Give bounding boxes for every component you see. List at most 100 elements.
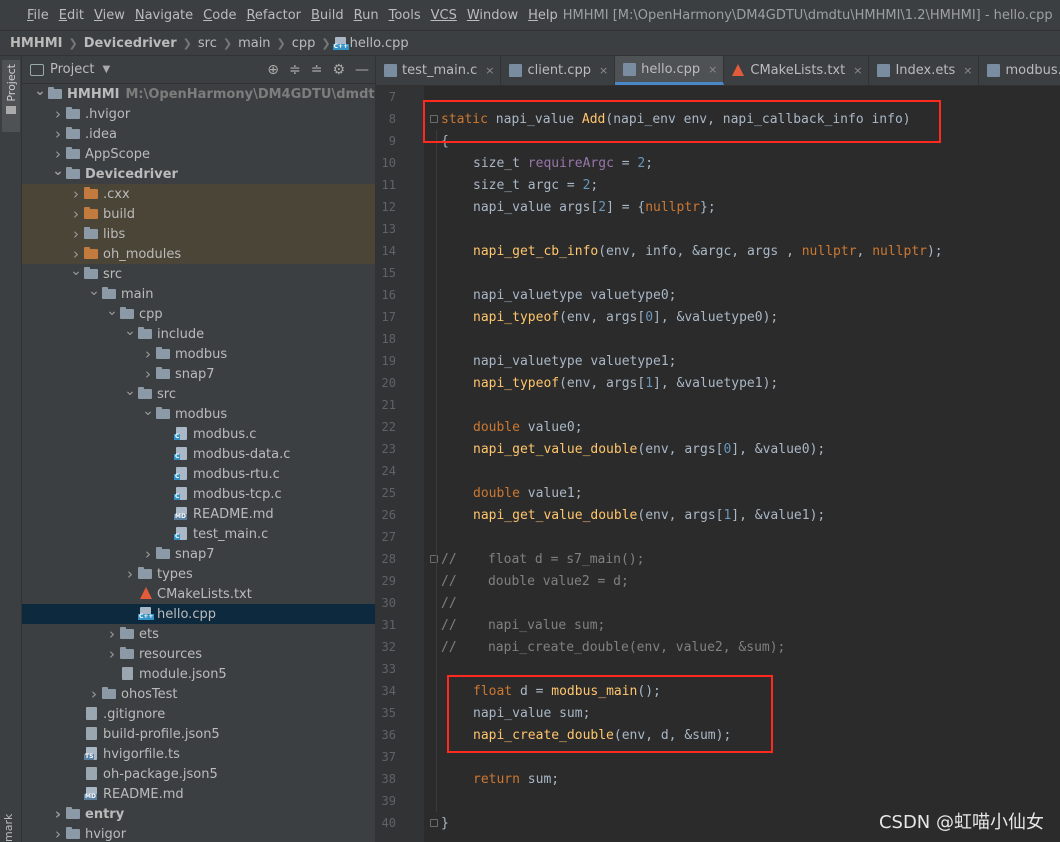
chevron-down-icon[interactable]: ⌄ — [32, 83, 48, 99]
tree-row[interactable]: › hvigor — [22, 824, 375, 842]
chevron-right-icon[interactable]: › — [50, 805, 66, 823]
menu-item[interactable]: Refactor — [241, 8, 306, 23]
menu-item[interactable]: Build — [306, 8, 349, 23]
breadcrumb-cpp[interactable]: cpp — [288, 36, 320, 51]
close-icon[interactable]: × — [485, 64, 494, 77]
breadcrumb-module[interactable]: Devicedriver — [80, 36, 181, 51]
chevron-down-icon[interactable]: ▼ — [102, 64, 110, 75]
chevron-right-icon[interactable]: › — [86, 685, 102, 703]
expand-all-icon[interactable]: ≑ — [289, 62, 301, 78]
editor-tab[interactable]: Index.ets × — [869, 56, 980, 85]
chevron-down-icon[interactable]: ⌄ — [140, 403, 156, 419]
chevron-right-icon[interactable]: › — [68, 205, 84, 223]
tree-row[interactable]: ›build-profile.json5 — [22, 724, 375, 744]
tree-row[interactable]: ⌄ HMHMI M:\OpenHarmony\DM4GDTU\dmdtu\HMHMI… — [22, 83, 375, 104]
editor-tab[interactable]: client.cpp × — [501, 56, 616, 85]
menu-item[interactable]: Window — [462, 8, 523, 23]
collapse-all-icon[interactable]: ≐ — [311, 62, 323, 78]
locate-icon[interactable]: ⊕ — [267, 62, 279, 78]
menu-item[interactable]: Code — [198, 8, 241, 23]
tree-row[interactable]: › .idea — [22, 124, 375, 144]
menu-item[interactable]: Tools — [384, 8, 426, 23]
project-view-selector[interactable]: Project — [50, 62, 94, 77]
breadcrumb-project[interactable]: HMHMI — [0, 36, 66, 51]
tree-row[interactable]: › types — [22, 564, 375, 584]
tree-row[interactable]: › ets — [22, 624, 375, 644]
chevron-down-icon[interactable]: ⌄ — [86, 283, 102, 299]
tree-row[interactable]: ›C++hello.cpp — [22, 604, 375, 624]
menu-item[interactable]: Help — [523, 8, 563, 23]
tree-row[interactable]: ›module.json5 — [22, 664, 375, 684]
tree-row[interactable]: ⌄ Devicedriver — [22, 163, 375, 184]
breadcrumb-src[interactable]: src — [194, 36, 221, 51]
tree-row[interactable]: ›.gitignore — [22, 704, 375, 724]
tree-row[interactable]: ⌄ main — [22, 283, 375, 304]
tree-row[interactable]: › modbus — [22, 344, 375, 364]
editor-tab[interactable]: modbus.c× — [979, 56, 1060, 85]
tree-row[interactable]: ⌄ include — [22, 323, 375, 344]
tree-row[interactable]: ⌄ src — [22, 383, 375, 404]
menu-item[interactable]: File — [22, 8, 54, 23]
breadcrumb-file[interactable]: hello.cpp — [350, 36, 413, 51]
chevron-right-icon[interactable]: › — [50, 125, 66, 143]
close-icon[interactable]: × — [963, 64, 972, 77]
menu-item[interactable]: Navigate — [130, 8, 198, 23]
chevron-right-icon[interactable]: › — [140, 545, 156, 563]
chevron-right-icon[interactable]: › — [50, 145, 66, 163]
tree-row[interactable]: ⌄ modbus — [22, 403, 375, 424]
editor-tab[interactable]: test_main.c × — [376, 56, 502, 85]
tree-row[interactable]: ›Cmodbus.c — [22, 424, 375, 444]
chevron-down-icon[interactable]: ⌄ — [104, 303, 120, 319]
menu-item[interactable]: Run — [349, 8, 384, 23]
chevron-right-icon[interactable]: › — [104, 645, 120, 663]
bookmarks-tool-button[interactable]: marks — [2, 814, 15, 842]
close-icon[interactable]: × — [708, 63, 717, 76]
tree-row[interactable]: › snap7 — [22, 364, 375, 384]
chevron-right-icon[interactable]: › — [140, 345, 156, 363]
tree-row[interactable]: ›Cmodbus-tcp.c — [22, 484, 375, 504]
close-icon[interactable]: × — [853, 64, 862, 77]
tree-row[interactable]: › entry — [22, 804, 375, 824]
tree-row[interactable]: › libs — [22, 224, 375, 244]
tree-row[interactable]: ›Cmodbus-data.c — [22, 444, 375, 464]
tree-row[interactable]: › ohosTest — [22, 684, 375, 704]
tree-row[interactable]: › .hvigor — [22, 104, 375, 124]
tree-row[interactable]: › resources — [22, 644, 375, 664]
hide-icon[interactable]: — — [355, 62, 369, 78]
tree-row[interactable]: ›CMakeLists.txt — [22, 584, 375, 604]
tree-row[interactable]: › AppScope — [22, 144, 375, 164]
tree-row[interactable]: ›oh-package.json5 — [22, 764, 375, 784]
chevron-down-icon[interactable]: ⌄ — [122, 323, 138, 339]
chevron-right-icon[interactable]: › — [50, 825, 66, 842]
gear-icon[interactable]: ⚙ — [332, 62, 345, 78]
tree-row[interactable]: ›Cmodbus-rtu.c — [22, 464, 375, 484]
chevron-right-icon[interactable]: › — [68, 245, 84, 263]
tree-row[interactable]: › build — [22, 204, 375, 224]
tree-row[interactable]: ›TShvigorfile.ts — [22, 744, 375, 764]
tree-row[interactable]: ⌄ cpp — [22, 303, 375, 324]
breadcrumb-main[interactable]: main — [234, 36, 274, 51]
fold-marker-icon[interactable] — [430, 819, 438, 827]
close-icon[interactable]: × — [599, 64, 608, 77]
project-tool-button[interactable]: Project — [2, 60, 20, 132]
chevron-down-icon[interactable]: ⌄ — [50, 163, 66, 179]
editor-tab[interactable]: CMakeLists.txt × — [724, 56, 870, 85]
code-area[interactable]: 7 8 static napi_value Add(napi_env env, na… — [376, 86, 1060, 842]
tree-row[interactable]: › snap7 — [22, 544, 375, 564]
menu-item[interactable]: VCS — [426, 8, 462, 23]
tree-row[interactable]: › .cxx — [22, 184, 375, 204]
chevron-right-icon[interactable]: › — [140, 365, 156, 383]
tree-row[interactable]: ⌄ src — [22, 263, 375, 284]
chevron-right-icon[interactable]: › — [68, 225, 84, 243]
chevron-right-icon[interactable]: › — [50, 105, 66, 123]
chevron-down-icon[interactable]: ⌄ — [122, 383, 138, 399]
chevron-right-icon[interactable]: › — [122, 565, 138, 583]
chevron-right-icon[interactable]: › — [68, 185, 84, 203]
tree-row[interactable]: ›MDREADME.md — [22, 504, 375, 524]
menu-item[interactable]: Edit — [54, 8, 89, 23]
tree-row[interactable]: › oh_modules — [22, 244, 375, 264]
fold-marker-icon[interactable] — [430, 115, 438, 123]
tree-row[interactable]: ›Ctest_main.c — [22, 524, 375, 544]
chevron-right-icon[interactable]: › — [104, 625, 120, 643]
editor-tab[interactable]: hello.cpp × — [615, 56, 725, 85]
